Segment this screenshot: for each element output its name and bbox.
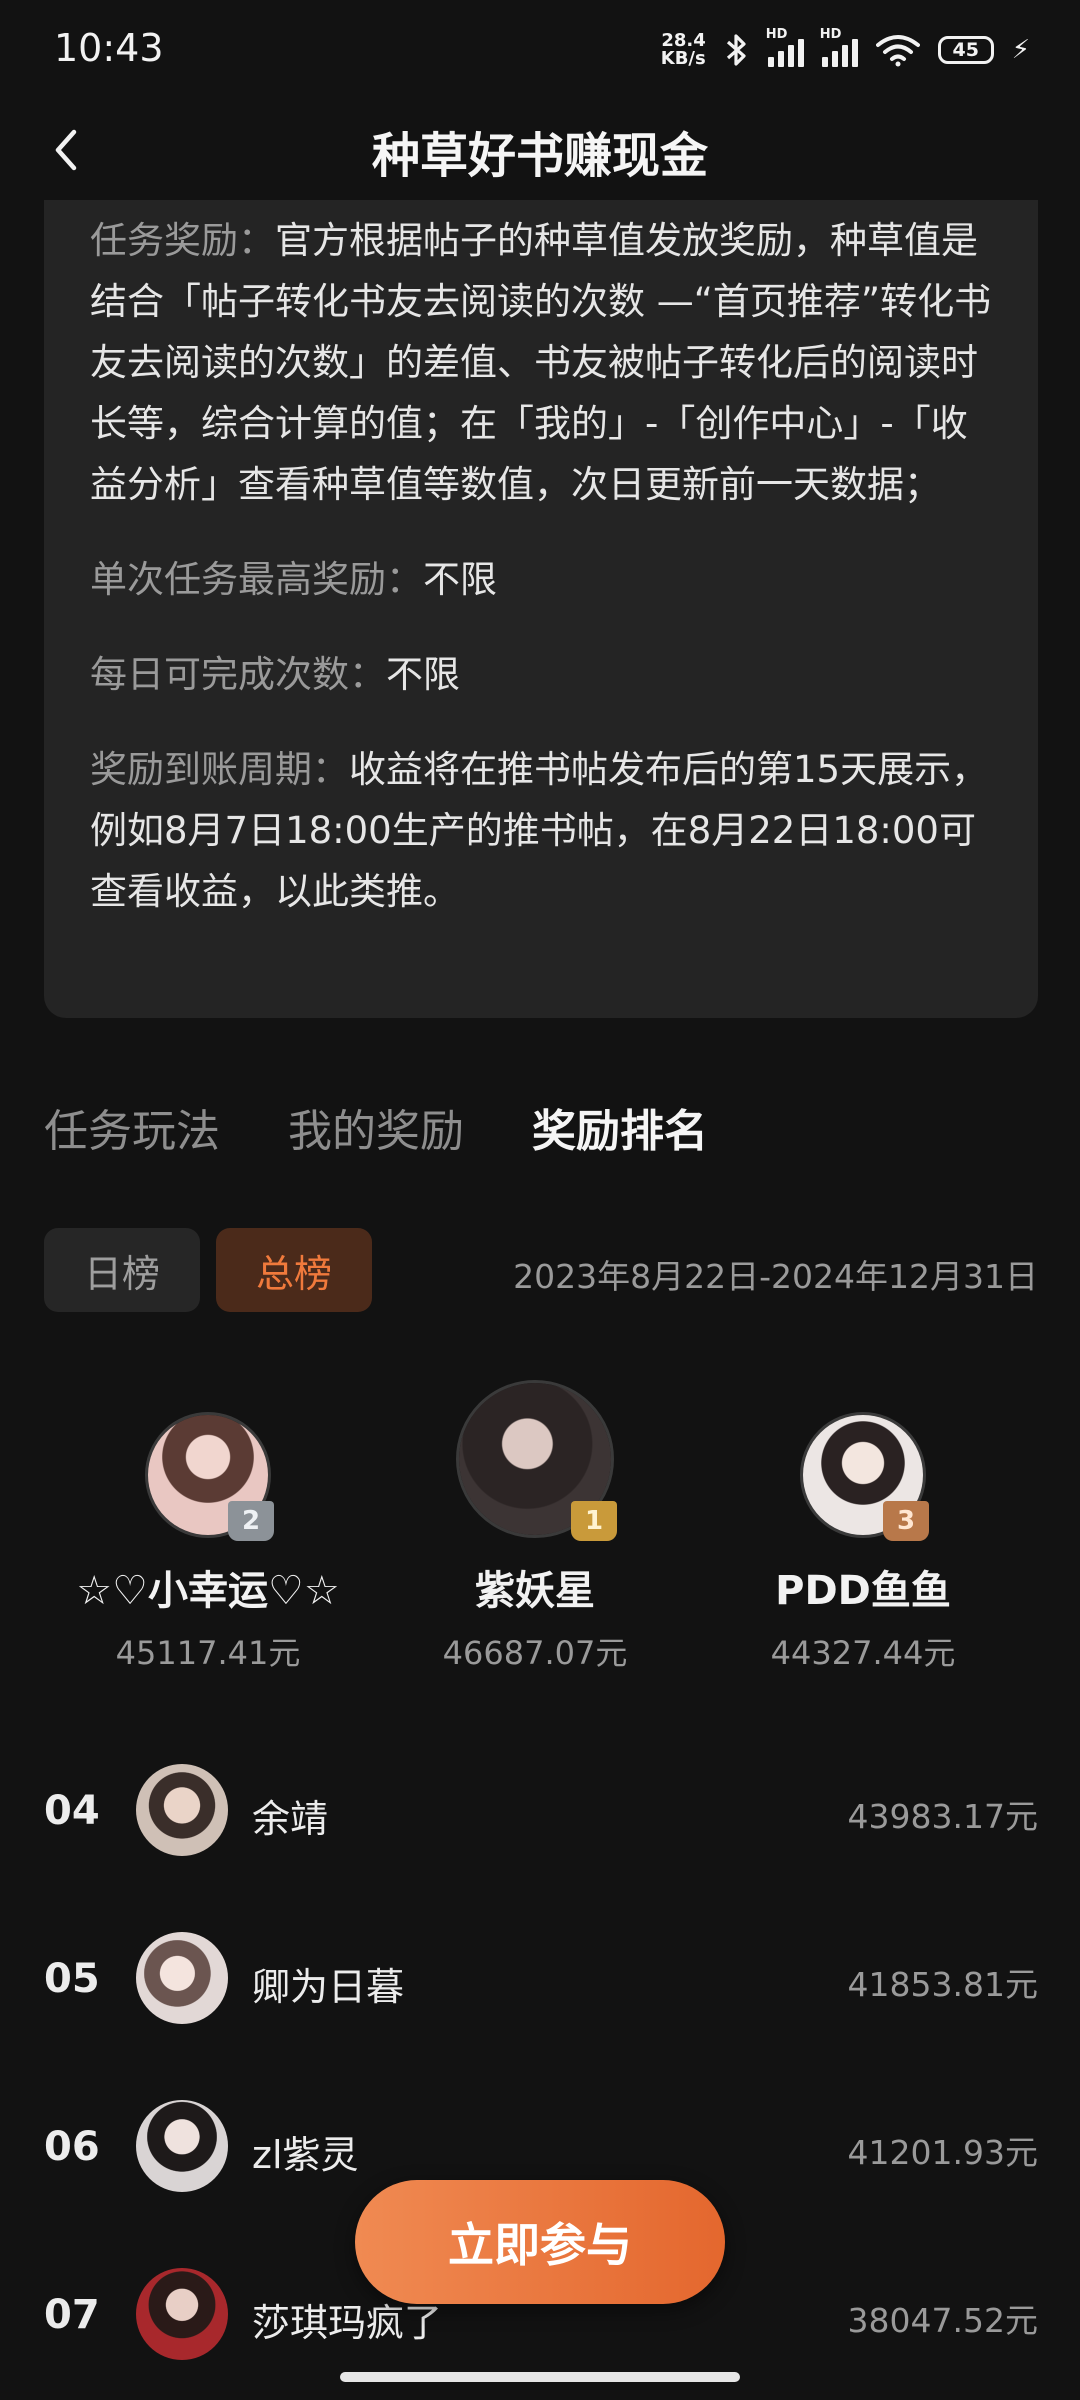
header: 种草好书赚现金 bbox=[0, 100, 1080, 200]
rank-badge-gold: 1 bbox=[571, 1501, 617, 1541]
net-speed-unit: KB/s bbox=[660, 48, 706, 69]
board-selector: 日榜 总榜 2023年8月22日-2024年12月31日 bbox=[44, 1228, 1038, 1312]
tab-reward-ranking[interactable]: 奖励排名 bbox=[532, 1095, 708, 1159]
date-range: 2023年8月22日-2024年12月31日 bbox=[513, 1257, 1038, 1296]
rule-text: 不限 bbox=[386, 653, 460, 696]
rule-label: 任务奖励： bbox=[90, 219, 275, 262]
rule-label: 每日可完成次数： bbox=[90, 653, 386, 696]
rank-number: 07 bbox=[44, 2292, 100, 2338]
user-name: 卿为日暮 bbox=[252, 1965, 405, 2009]
hd-label: HD bbox=[819, 27, 842, 42]
podium-amount: 46687.07元 bbox=[442, 1634, 628, 1672]
network-speed: 28.4 KB/s bbox=[661, 32, 706, 68]
signal-bar bbox=[777, 51, 784, 67]
avatar bbox=[136, 1932, 228, 2024]
wifi-icon bbox=[875, 35, 920, 67]
signal-bar bbox=[767, 57, 774, 67]
avatar: 3 bbox=[800, 1412, 929, 1541]
avatar: 2 bbox=[145, 1412, 274, 1541]
avatar bbox=[136, 2268, 228, 2360]
reward-amount: 38047.52元 bbox=[847, 2301, 1038, 2340]
hd-label: HD bbox=[765, 27, 788, 42]
rule-daily-limit: 每日可完成次数：不限 bbox=[90, 644, 992, 705]
signal-bar bbox=[841, 45, 848, 67]
task-rules-card: 任务奖励：官方根据帖子的种草值发放奖励，种草值是结合「帖子转化书友去阅读的次数 … bbox=[44, 200, 1038, 1018]
rank-number: 04 bbox=[44, 1788, 100, 1834]
avatar bbox=[136, 1764, 228, 1856]
reward-amount: 43983.17元 bbox=[847, 1797, 1038, 1836]
ranking-row[interactable]: 05 卿为日暮 41853.81元 bbox=[44, 1928, 1038, 2028]
total-board-button[interactable]: 总榜 bbox=[216, 1228, 372, 1312]
charging-icon: ⚡ bbox=[1011, 35, 1030, 65]
avatar bbox=[136, 2100, 228, 2192]
signal-bar bbox=[787, 45, 794, 67]
ranking-row[interactable]: 04 余靖 43983.17元 bbox=[44, 1760, 1038, 1860]
podium-name: 紫妖星 bbox=[475, 1568, 595, 1614]
user-name: 余靖 bbox=[252, 1797, 329, 1841]
avatar: 1 bbox=[456, 1380, 617, 1541]
status-bar: 10:43 28.4 KB/s HD HD 45 ⚡ bbox=[0, 0, 1080, 100]
join-now-button[interactable]: 立即参与 bbox=[355, 2180, 725, 2304]
rule-max-reward: 单次任务最高奖励：不限 bbox=[90, 549, 992, 610]
rule-label: 单次任务最高奖励： bbox=[90, 558, 423, 601]
home-indicator[interactable] bbox=[340, 2372, 740, 2382]
podium-name: PDD鱼鱼 bbox=[775, 1568, 951, 1614]
rule-text: 官方根据帖子的种草值发放奖励，种草值是结合「帖子转化书友去阅读的次数 —“首页推… bbox=[90, 219, 992, 506]
daily-board-button[interactable]: 日榜 bbox=[44, 1228, 200, 1312]
section-tabs: 任务玩法 我的奖励 奖励排名 bbox=[44, 1095, 708, 1159]
signal-icon-2: HD bbox=[820, 27, 858, 67]
tab-my-rewards[interactable]: 我的奖励 bbox=[288, 1095, 464, 1159]
battery-icon: 45 bbox=[937, 36, 994, 64]
signal-bar bbox=[797, 39, 804, 67]
podium-rank-2[interactable]: 2 ☆♡小幸运♡☆ 45117.41元 bbox=[28, 1412, 388, 1674]
rule-reward: 任务奖励：官方根据帖子的种草值发放奖励，种草值是结合「帖子转化书友去阅读的次数 … bbox=[90, 210, 992, 515]
tab-task-rules[interactable]: 任务玩法 bbox=[44, 1095, 220, 1159]
rank-number: 05 bbox=[44, 1956, 100, 2002]
signal-icon-1: HD bbox=[766, 27, 804, 67]
bluetooth-icon bbox=[726, 34, 746, 66]
signal-bar bbox=[851, 39, 858, 67]
status-icons: 28.4 KB/s HD HD 45 ⚡ bbox=[661, 26, 1030, 74]
rank-number: 06 bbox=[44, 2124, 100, 2170]
podium-amount: 45117.41元 bbox=[115, 1634, 301, 1672]
rule-payout-cycle: 奖励到账周期：收益将在推书帖发布后的第15天展示，例如8月7日18:00生产的推… bbox=[90, 739, 992, 922]
rule-text: 不限 bbox=[423, 558, 497, 601]
user-name: zl紫灵 bbox=[252, 2133, 359, 2177]
reward-amount: 41201.93元 bbox=[847, 2133, 1038, 2172]
podium-rank-1[interactable]: 1 紫妖星 46687.07元 bbox=[355, 1380, 715, 1674]
status-time: 10:43 bbox=[54, 26, 164, 70]
signal-bar bbox=[821, 57, 828, 67]
rule-label: 奖励到账周期： bbox=[90, 748, 349, 791]
signal-bar bbox=[831, 51, 838, 67]
rank-badge-silver: 2 bbox=[228, 1501, 274, 1541]
rank-badge-bronze: 3 bbox=[883, 1501, 929, 1541]
podium-amount: 44327.44元 bbox=[770, 1634, 956, 1672]
podium-name: ☆♡小幸运♡☆ bbox=[76, 1568, 340, 1614]
reward-amount: 41853.81元 bbox=[847, 1965, 1038, 2004]
podium-rank-3[interactable]: 3 PDD鱼鱼 44327.44元 bbox=[683, 1412, 1043, 1674]
page-title: 种草好书赚现金 bbox=[371, 128, 708, 184]
